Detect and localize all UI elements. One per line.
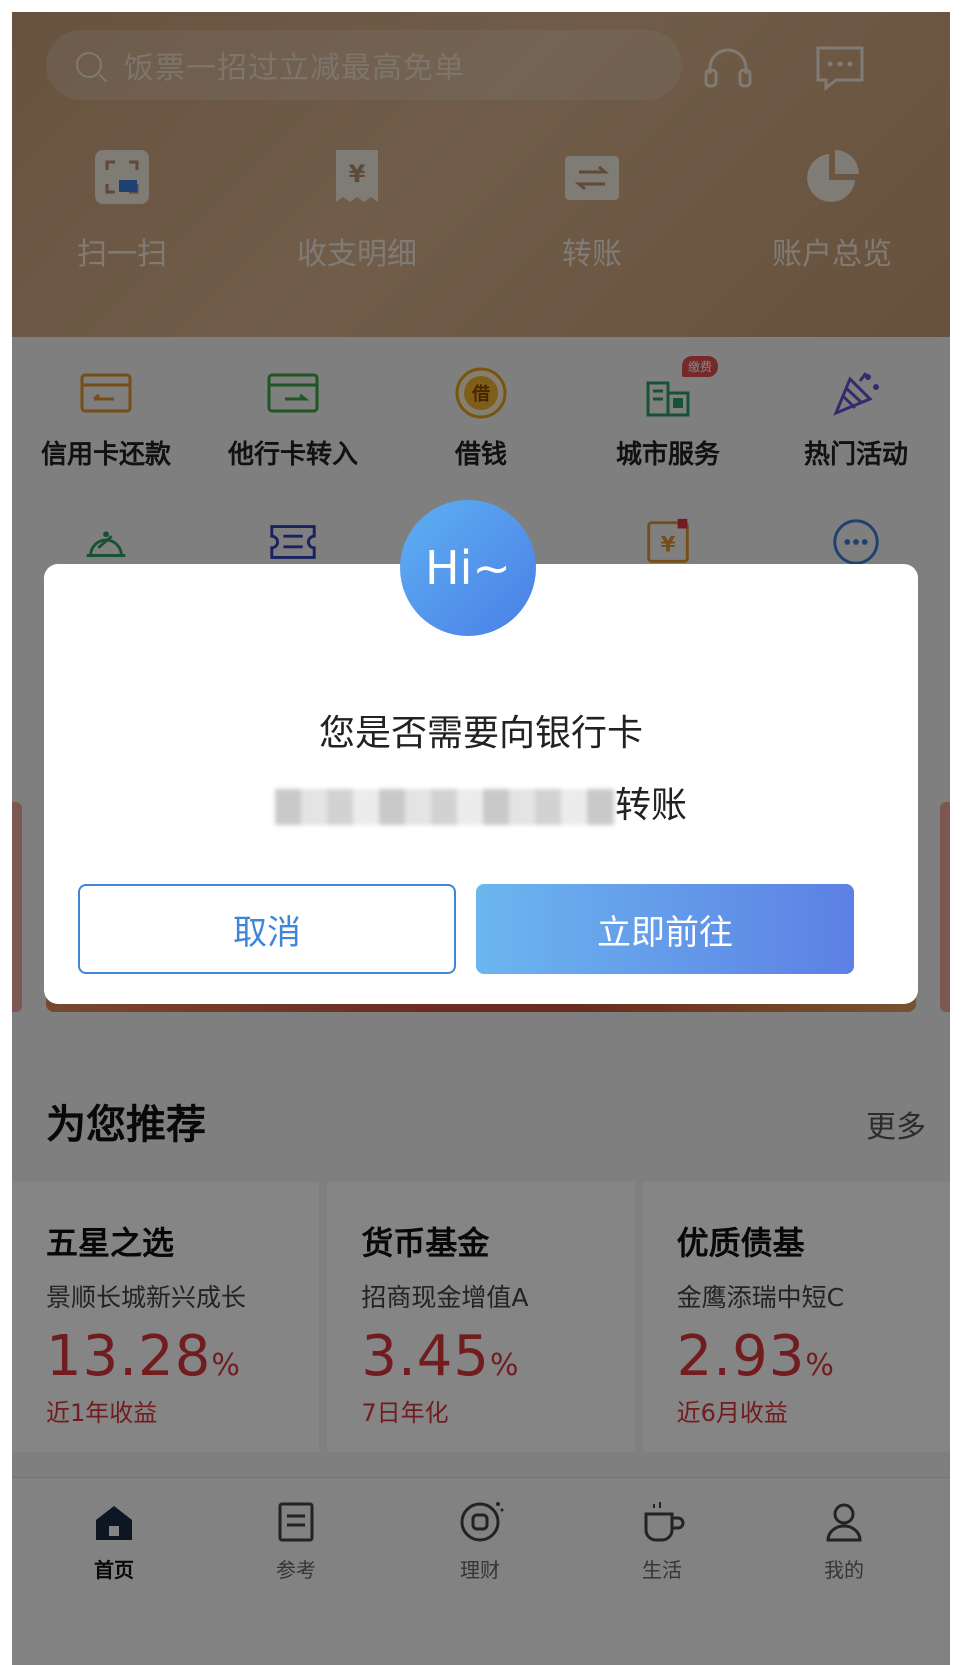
hi-avatar: Hi~	[400, 500, 536, 636]
dialog-message-line2: 转账	[44, 776, 918, 828]
redacted-card-number	[274, 789, 615, 825]
go-now-button[interactable]: 立即前往	[476, 884, 854, 974]
dialog-line2-suffix: 转账	[614, 785, 687, 826]
cancel-button[interactable]: 取消	[78, 884, 456, 974]
dialog-line1-text: 您是否需要向银行卡	[318, 713, 643, 754]
app-screen: 饭票一招过立减最高免单 扫一扫 ¥ 收支明细 转账 账户总览 信用卡还款 他行卡…	[12, 12, 950, 1665]
dialog-message-line1: 您是否需要向银行卡	[44, 704, 918, 756]
